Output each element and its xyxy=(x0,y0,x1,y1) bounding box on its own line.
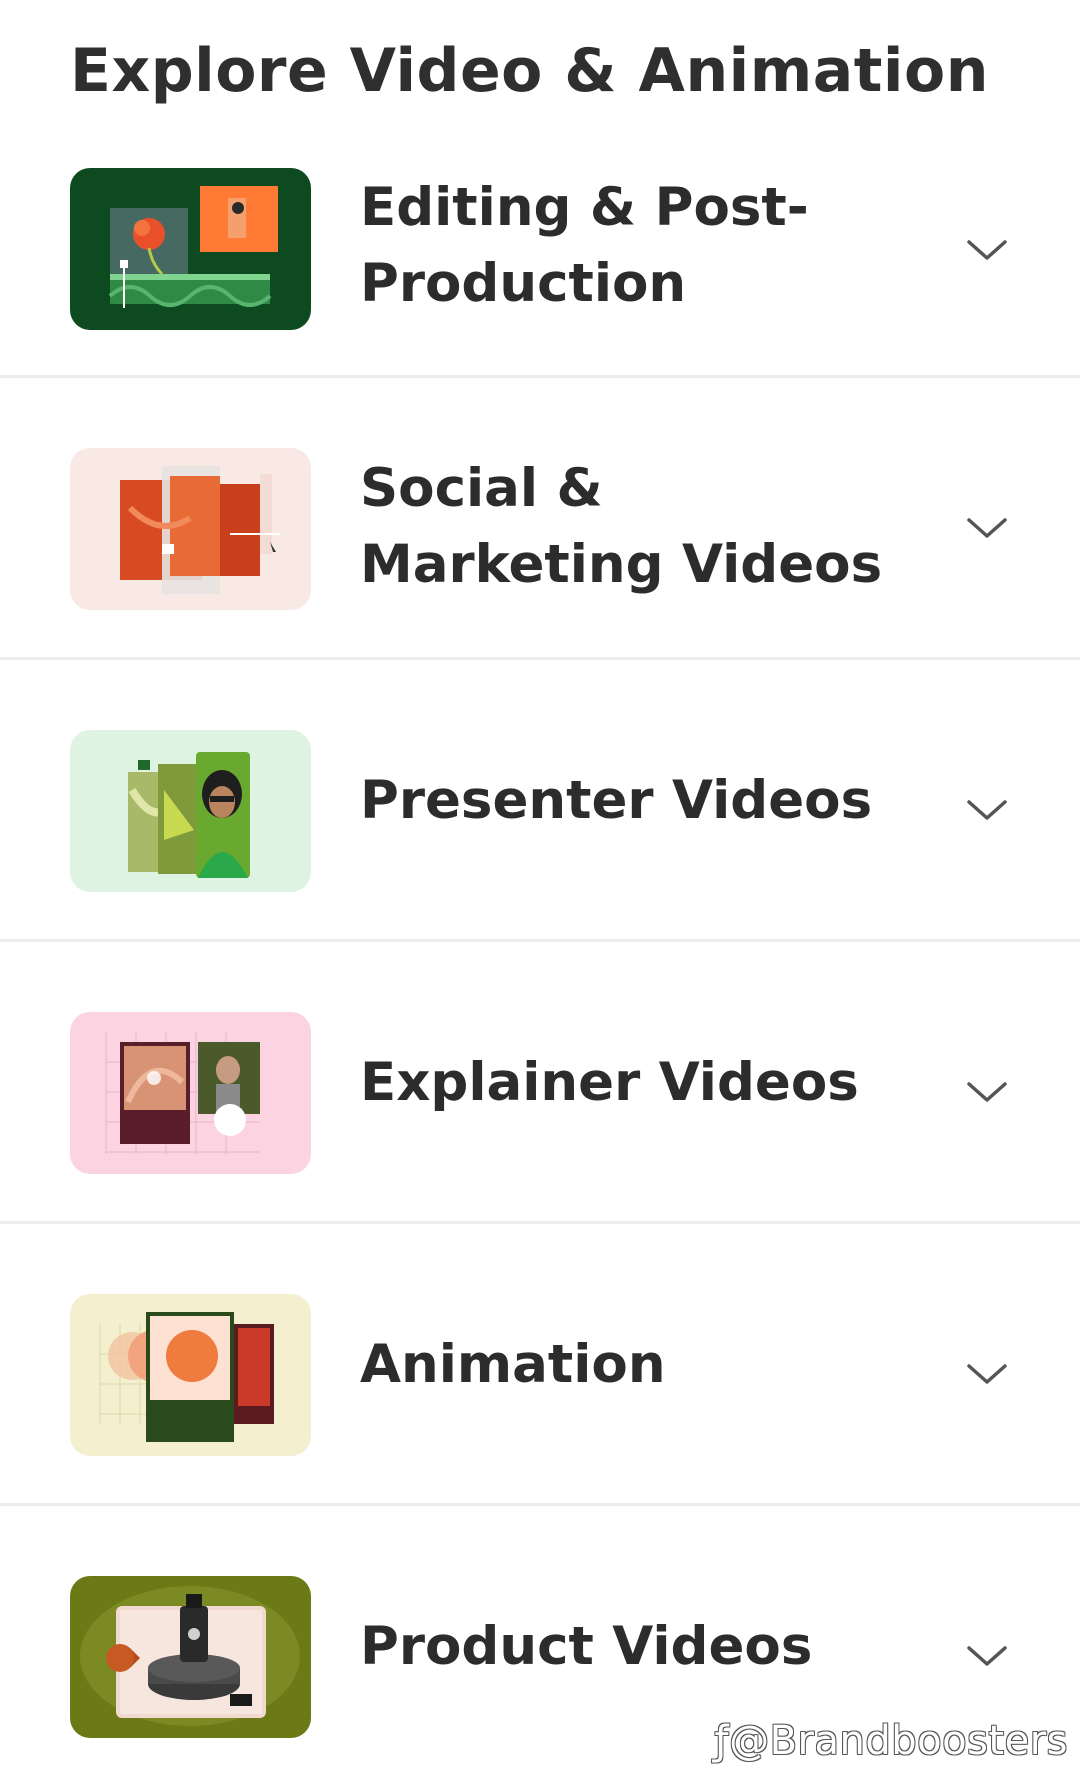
category-label: Presenter Videos xyxy=(360,770,873,831)
category-label: Animation xyxy=(360,1334,666,1395)
category-label: Social & Marketing Videos xyxy=(360,458,883,595)
category-label: Editing & Post-Production xyxy=(360,177,809,314)
social-thumbnail xyxy=(70,448,311,610)
category-label: Explainer Videos xyxy=(360,1052,859,1113)
category-explainer-videos[interactable]: Explainer Videos xyxy=(0,942,1080,1224)
category-presenter-videos[interactable]: Presenter Videos xyxy=(0,660,1080,942)
editing-thumbnail xyxy=(70,168,311,330)
page-title: Explore Video & Animation xyxy=(70,36,989,106)
animation-thumbnail xyxy=(70,1294,311,1456)
explainer-thumbnail xyxy=(70,1012,311,1174)
presenter-thumbnail xyxy=(70,730,311,892)
product-thumbnail xyxy=(70,1576,311,1738)
category-editing-post-production[interactable]: Editing & Post-Production xyxy=(0,140,1080,378)
chevron-down-icon[interactable] xyxy=(965,1642,1009,1670)
chevron-down-icon[interactable] xyxy=(965,796,1009,824)
category-social-marketing-videos[interactable]: Social & Marketing Videos xyxy=(0,378,1080,660)
watermark: ƒ@Brandboosters xyxy=(714,1718,1068,1764)
chevron-down-icon[interactable] xyxy=(965,514,1009,542)
chevron-down-icon[interactable] xyxy=(965,1078,1009,1106)
category-label: Product Videos xyxy=(360,1616,813,1677)
category-list: Editing & Post-Production Social & Marke… xyxy=(0,140,1080,1788)
chevron-down-icon[interactable] xyxy=(965,236,1009,264)
chevron-down-icon[interactable] xyxy=(965,1360,1009,1388)
category-animation[interactable]: Animation xyxy=(0,1224,1080,1506)
